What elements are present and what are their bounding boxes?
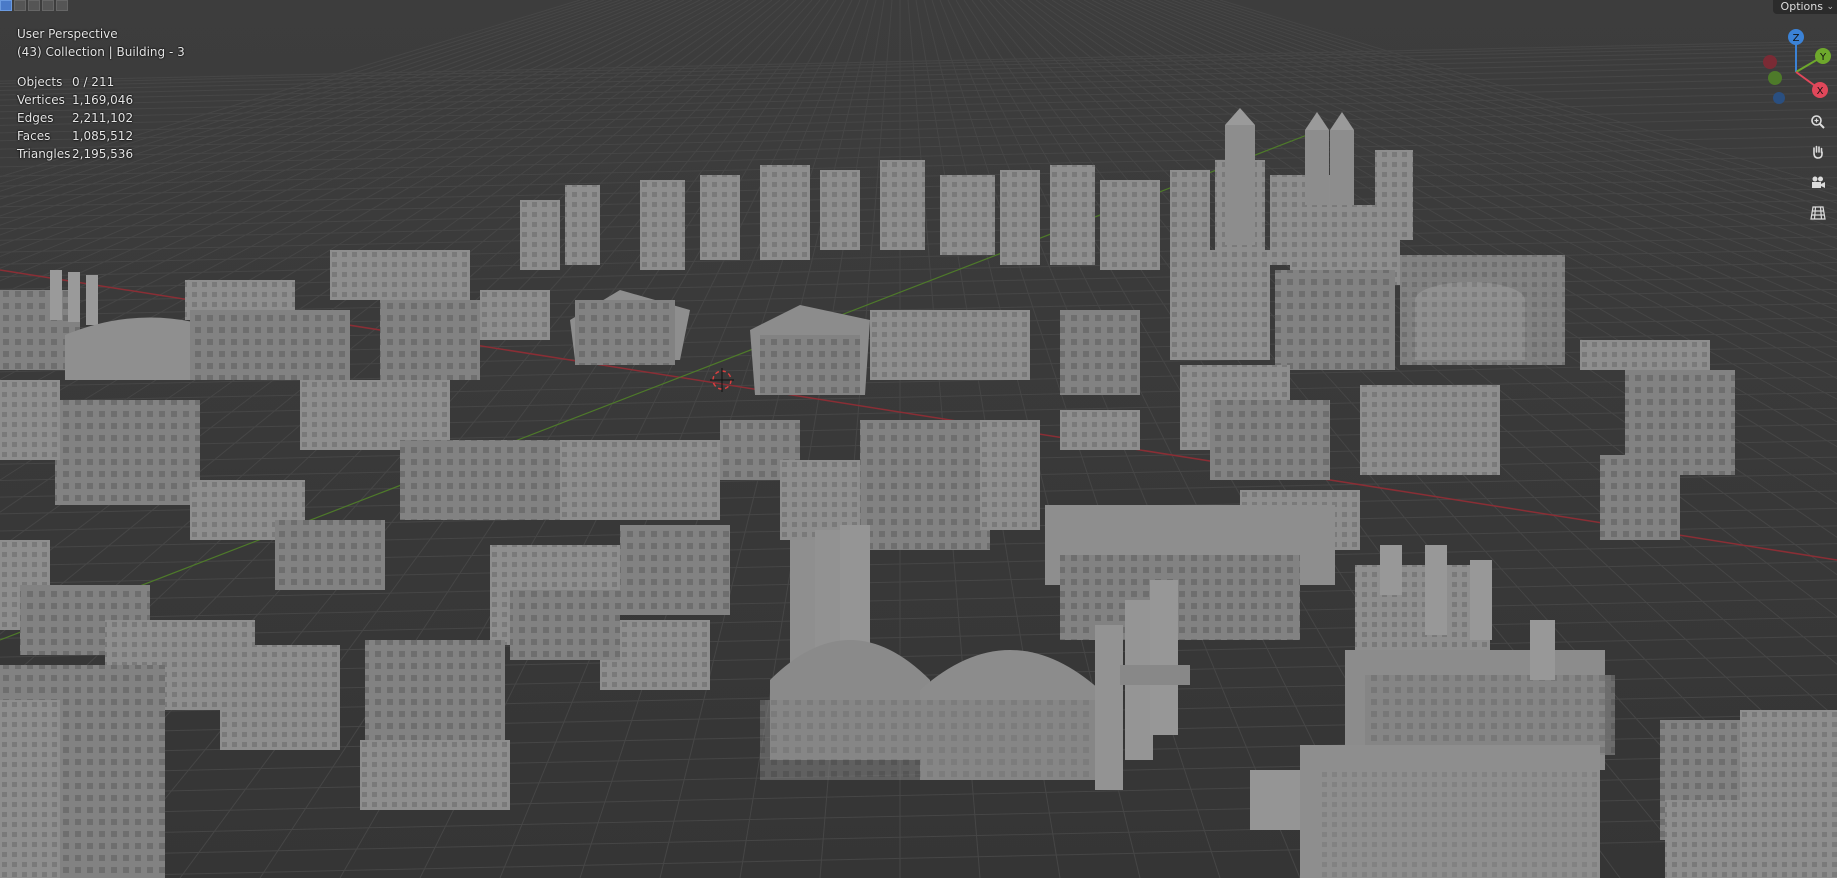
x-axis-label: X xyxy=(1817,86,1824,97)
zoom-icon[interactable] xyxy=(1806,110,1830,134)
stat-vertices: Vertices 1,169,046 xyxy=(17,91,133,109)
camera-icon[interactable] xyxy=(1806,171,1830,195)
hand-pan-icon[interactable] xyxy=(1806,140,1830,164)
stat-value: 2,195,536 xyxy=(72,147,134,161)
chevron-down-icon: ⌄ xyxy=(1826,2,1834,12)
stat-value: 2,211,102 xyxy=(72,111,134,125)
stat-label: Edges xyxy=(17,111,54,125)
y-axis-label: Y xyxy=(1819,52,1827,63)
scene-statistics: Objects 0 / 211 Vertices 1,169,046 Edges… xyxy=(17,73,133,163)
select-box-icon[interactable] xyxy=(0,0,12,11)
options-label: Options xyxy=(1780,0,1823,13)
stat-label: Faces xyxy=(17,129,51,143)
navigation-gizmo[interactable]: Z Y X xyxy=(1755,28,1837,108)
select-intersect-icon[interactable] xyxy=(56,0,68,11)
neg-x-axis-handle[interactable] xyxy=(1763,55,1777,69)
stat-label: Triangles xyxy=(17,147,71,161)
neg-z-axis-handle[interactable] xyxy=(1773,92,1785,104)
grid-ortho-icon[interactable] xyxy=(1806,201,1830,225)
select-subtract-icon[interactable] xyxy=(28,0,40,11)
3d-viewport[interactable]: User Perspective (43) Collection | Build… xyxy=(0,0,1837,878)
stat-value: 1,169,046 xyxy=(72,93,134,107)
stat-objects: Objects 0 / 211 xyxy=(17,73,133,91)
stat-value: 1,085,512 xyxy=(72,129,134,143)
select-mode-buttons xyxy=(0,0,68,11)
z-axis-label: Z xyxy=(1793,33,1800,44)
active-collection-text: (43) Collection | Building - 3 xyxy=(17,45,185,59)
view-name: User Perspective xyxy=(17,27,118,41)
stat-faces: Faces 1,085,512 xyxy=(17,127,133,145)
select-extend-icon[interactable] xyxy=(14,0,26,11)
stat-label: Vertices xyxy=(17,93,65,107)
stat-label: Objects xyxy=(17,75,63,89)
stat-edges: Edges 2,211,102 xyxy=(17,109,133,127)
city-scene[interactable] xyxy=(0,0,1837,878)
options-dropdown[interactable]: Options ⌄ xyxy=(1772,0,1837,14)
stat-triangles: Triangles 2,195,536 xyxy=(17,145,133,163)
select-invert-icon[interactable] xyxy=(42,0,54,11)
stat-value: 0 / 211 xyxy=(72,75,115,89)
neg-y-axis-handle[interactable] xyxy=(1768,71,1782,85)
